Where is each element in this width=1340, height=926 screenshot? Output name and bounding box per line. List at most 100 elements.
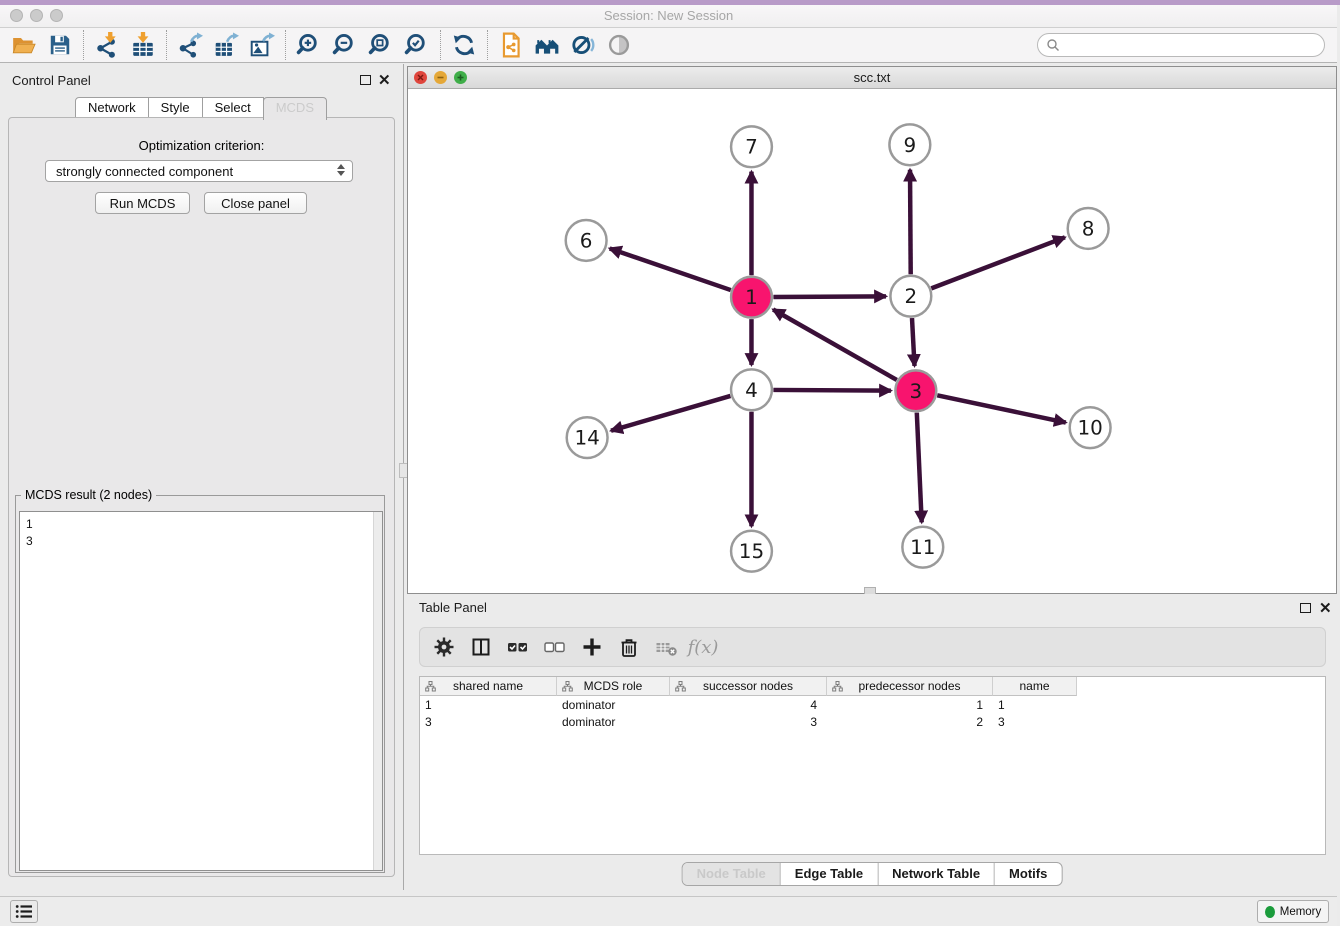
- node-label: 4: [745, 379, 758, 402]
- graph-node-11[interactable]: 11: [902, 527, 943, 568]
- show-all-icon[interactable]: [601, 30, 637, 60]
- graph-edge-4-14[interactable]: [611, 396, 730, 431]
- export-network-icon[interactable]: [172, 30, 208, 60]
- export-image-icon[interactable]: [244, 30, 280, 60]
- table-cell[interactable]: 4: [670, 696, 827, 713]
- columns-icon[interactable]: [465, 632, 497, 662]
- graph-node-4[interactable]: 4: [731, 369, 772, 410]
- node-table[interactable]: shared nameMCDS rolesuccessor nodesprede…: [419, 676, 1326, 855]
- column-header-MCDS-role[interactable]: MCDS role: [557, 677, 670, 696]
- table-body: 1dominator4113dominator323: [420, 696, 1325, 730]
- graph-edge-4-3[interactable]: [773, 390, 891, 391]
- close-panel-button[interactable]: Close panel: [204, 192, 307, 214]
- gear-icon[interactable]: [428, 632, 460, 662]
- graph-edge-2-8[interactable]: [931, 237, 1065, 288]
- tab-motifs[interactable]: Motifs: [994, 863, 1061, 885]
- tab-network-table[interactable]: Network Table: [877, 863, 994, 885]
- node-label: 10: [1077, 417, 1102, 440]
- tab-style[interactable]: Style: [148, 97, 203, 118]
- table-cell[interactable]: dominator: [557, 696, 670, 713]
- graph-node-3[interactable]: 3: [895, 370, 936, 411]
- node-label: 2: [905, 285, 918, 308]
- zoom-out-icon[interactable]: [327, 30, 363, 60]
- close-panel-icon[interactable]: ✕: [378, 76, 391, 86]
- column-header-predecessor-nodes[interactable]: predecessor nodes: [827, 677, 993, 696]
- zoom-fit-icon[interactable]: [363, 30, 399, 60]
- column-header-shared-name[interactable]: shared name: [420, 677, 557, 696]
- open-session-icon[interactable]: [6, 30, 42, 60]
- graph-node-7[interactable]: 7: [731, 126, 772, 167]
- table-cell[interactable]: 3: [670, 713, 827, 730]
- zoom-in-icon[interactable]: [291, 30, 327, 60]
- graph-node-14[interactable]: 14: [567, 417, 608, 458]
- save-session-icon[interactable]: [42, 30, 78, 60]
- node-label: 3: [909, 380, 922, 403]
- toolbar-separator: [285, 30, 286, 60]
- first-neighbors-icon[interactable]: [529, 30, 565, 60]
- table-panel-tabs: Node TableEdge TableNetwork TableMotifs: [682, 862, 1063, 886]
- network-graph-canvas[interactable]: 1 2 3 4 6 7 8 9 10 11 14 15: [408, 89, 1336, 593]
- table-cell[interactable]: 2: [827, 713, 993, 730]
- delete-table-icon[interactable]: [650, 632, 682, 662]
- mcds-result-group: MCDS result (2 nodes) 1 3: [15, 495, 385, 873]
- tab-network[interactable]: Network: [75, 97, 149, 118]
- tab-edge-table[interactable]: Edge Table: [780, 863, 877, 885]
- close-table-panel-icon[interactable]: ✕: [1319, 604, 1332, 614]
- column-header-successor-nodes[interactable]: successor nodes: [670, 677, 827, 696]
- table-cell[interactable]: 1: [420, 696, 557, 713]
- delete-icon[interactable]: [613, 632, 645, 662]
- float-panel-icon[interactable]: [360, 75, 371, 85]
- graph-node-6[interactable]: 6: [566, 220, 607, 261]
- graph-node-9[interactable]: 9: [889, 124, 930, 165]
- network-window-titlebar[interactable]: scc.txt: [408, 67, 1336, 89]
- import-table-icon[interactable]: [125, 30, 161, 60]
- function-icon[interactable]: f(x): [687, 632, 719, 662]
- table-cell[interactable]: dominator: [557, 713, 670, 730]
- table-row[interactable]: 1dominator411: [420, 696, 1325, 713]
- hierarchy-icon: [562, 681, 573, 692]
- memory-button[interactable]: Memory: [1257, 900, 1329, 923]
- mcds-result-textarea[interactable]: 1 3: [19, 511, 383, 871]
- node-label: 1: [745, 286, 758, 309]
- table-row[interactable]: 3dominator323: [420, 713, 1325, 730]
- add-icon[interactable]: [576, 632, 608, 662]
- float-table-panel-icon[interactable]: [1300, 603, 1311, 613]
- table-cell[interactable]: 1: [993, 696, 1077, 713]
- toolbar-separator: [440, 30, 441, 60]
- criterion-select[interactable]: strongly connected component: [45, 160, 353, 182]
- graph-edge-3-10[interactable]: [937, 395, 1066, 422]
- network-from-file-icon[interactable]: [493, 30, 529, 60]
- deselect-all-icon[interactable]: [539, 632, 571, 662]
- graph-edge-2-3[interactable]: [912, 318, 915, 366]
- search-box[interactable]: [1037, 33, 1325, 57]
- graph-node-10[interactable]: 10: [1070, 407, 1111, 448]
- graph-edge-1-2[interactable]: [773, 296, 886, 297]
- select-all-icon[interactable]: [502, 632, 534, 662]
- table-cell[interactable]: 3: [420, 713, 557, 730]
- table-cell[interactable]: 3: [993, 713, 1077, 730]
- tab-mcds[interactable]: MCDS: [263, 97, 327, 120]
- graph-edge-3-11[interactable]: [917, 413, 922, 523]
- graph-node-1[interactable]: 1: [731, 277, 772, 318]
- graph-edge-2-9[interactable]: [910, 170, 911, 275]
- result-scrollbar[interactable]: [373, 512, 382, 870]
- graph-edge-1-6[interactable]: [610, 248, 731, 290]
- table-cell[interactable]: 1: [827, 696, 993, 713]
- search-input[interactable]: [1060, 36, 1324, 54]
- task-history-icon[interactable]: [10, 900, 38, 923]
- export-table-icon[interactable]: [208, 30, 244, 60]
- run-mcds-button[interactable]: Run MCDS: [95, 192, 190, 214]
- apply-layout-icon[interactable]: [446, 30, 482, 60]
- node-label: 15: [739, 540, 764, 563]
- graph-node-8[interactable]: 8: [1068, 208, 1109, 249]
- tab-select[interactable]: Select: [202, 97, 264, 118]
- mcds-result-title: MCDS result (2 nodes): [21, 488, 156, 502]
- graph-edge-3-1[interactable]: [773, 310, 897, 380]
- graph-node-2[interactable]: 2: [890, 276, 931, 317]
- import-network-icon[interactable]: [89, 30, 125, 60]
- column-header-name[interactable]: name: [993, 677, 1077, 696]
- zoom-selected-icon[interactable]: [399, 30, 435, 60]
- tab-node-table[interactable]: Node Table: [683, 863, 780, 885]
- hide-selected-icon[interactable]: [565, 30, 601, 60]
- graph-node-15[interactable]: 15: [731, 531, 772, 572]
